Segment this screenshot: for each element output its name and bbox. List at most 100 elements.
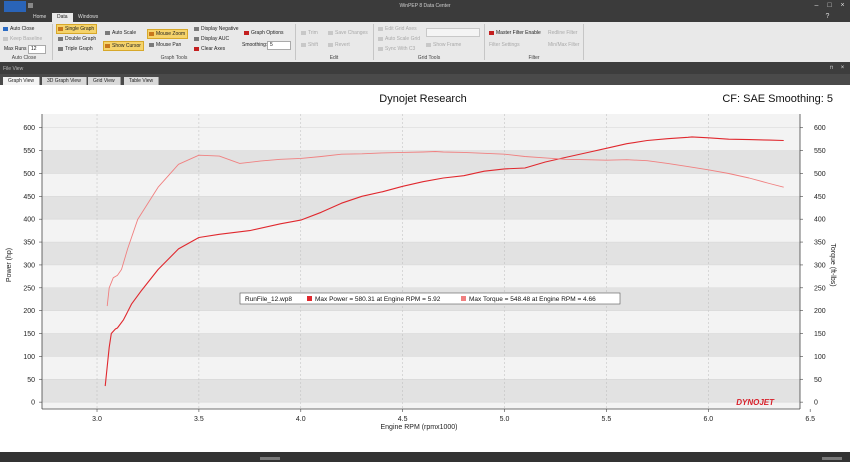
max-runs-spinner[interactable]: 12 — [28, 45, 46, 54]
revert-button[interactable]: Revert — [327, 41, 352, 49]
edit-grid-axes-label: Edit Grid Axes — [385, 26, 417, 32]
trim-icon — [301, 31, 306, 35]
cursor-icon — [105, 44, 110, 48]
group-label-edit: Edit — [329, 55, 339, 61]
triple-graph-button[interactable]: Triple Graph — [57, 45, 95, 53]
show-cursor-button[interactable]: Show Cursor — [103, 41, 144, 51]
save-icon — [328, 31, 333, 35]
edit-grid-axes-button[interactable]: Edit Grid Axes — [377, 25, 419, 33]
single-graph-button[interactable]: Single Graph — [56, 24, 98, 34]
y-tick-label: 100 — [23, 354, 35, 361]
y2-tick-label: 0 — [814, 400, 818, 407]
master-filter-enable-button[interactable]: Master Filter Enable — [488, 29, 543, 37]
smoothing-dropdown[interactable]: 5 — [267, 41, 291, 50]
y-tick-label: 200 — [23, 308, 35, 315]
chart-header-right: CF: SAE Smoothing: 5 — [722, 93, 833, 105]
display-negative-button[interactable]: Display Negative — [193, 25, 241, 33]
show-frame-label: Show Frame — [433, 42, 462, 48]
filter-settings-button[interactable]: Filter Settings — [487, 41, 522, 49]
y-tick-label: 450 — [23, 194, 35, 201]
auto-close-button[interactable]: Auto Close — [2, 25, 36, 33]
show-frame-button[interactable]: Show Frame — [425, 41, 463, 49]
legend-swatch-torque — [461, 296, 466, 301]
x-tick-label: 3.0 — [92, 416, 102, 423]
ribbon: Auto Close Keep Baseline Max Runs 12 Aut… — [0, 22, 850, 63]
minmax-filter-button[interactable]: Min/Max Filter — [546, 41, 581, 49]
status-indicator — [822, 457, 842, 460]
double-graph-icon — [58, 37, 63, 41]
group-label-auto-close: Auto Close — [11, 55, 37, 61]
menu-bar: Home Data Windows ? — [0, 12, 850, 22]
window-title: WinPEP 8 Data Center — [399, 3, 451, 9]
tab-table-view[interactable]: Table View — [124, 77, 160, 85]
pin-icon[interactable]: ⊓ — [827, 65, 836, 72]
x-axis-label: Engine RPM (rpmx1000) — [380, 424, 457, 431]
panel-close-icon[interactable]: × — [838, 65, 847, 72]
x-tick-label: 6.5 — [805, 416, 815, 423]
double-graph-button[interactable]: Double Graph — [57, 35, 98, 43]
single-graph-label: Single Graph — [65, 26, 95, 32]
redline-filter-button[interactable]: Redline Filter — [546, 29, 579, 37]
grid-band — [42, 333, 800, 357]
mouse-zoom-button[interactable]: Mouse Zoom — [147, 29, 189, 39]
graph-view-panel: 3.0 3.5 4.0 4.5 5.0 5.5 6.0 6.5 0 50 100 150 200 250… — [0, 85, 850, 452]
tab-3d-graph-view[interactable]: 3D Graph View — [42, 77, 87, 85]
dyno-chart[interactable]: 3.0 3.5 4.0 4.5 5.0 5.5 6.0 6.5 0 50 100 150 200 250… — [0, 85, 850, 452]
sync-icon — [378, 47, 383, 51]
y-axis-label-left: Power (hp) — [6, 248, 13, 282]
auto-close-icon — [3, 27, 8, 31]
tab-graph-view[interactable]: Graph View — [3, 77, 41, 85]
group-label-grid-tools: Grid Tools — [417, 55, 441, 61]
triple-graph-label: Triple Graph — [65, 46, 93, 52]
y-tick-label: 50 — [27, 377, 35, 384]
master-filter-enable-label: Master Filter Enable — [496, 30, 541, 36]
tab-grid-view[interactable]: Grid View — [88, 77, 121, 85]
view-tabs: Graph View 3D Graph View Grid View Table… — [0, 74, 850, 85]
mouse-zoom-label: Mouse Zoom — [156, 31, 186, 37]
x-tick-label: 5.5 — [602, 416, 612, 423]
menu-tab-home[interactable]: Home — [28, 13, 51, 22]
status-indicator — [260, 457, 280, 460]
sync-with-c3-button[interactable]: Sync With C3 — [377, 45, 417, 53]
y2-tick-label: 150 — [814, 331, 826, 338]
auto-scale-icon — [105, 31, 110, 35]
zoom-icon — [149, 32, 154, 36]
single-graph-icon — [58, 27, 63, 31]
revert-icon — [328, 43, 333, 47]
y-axis-ticks-right: 0 50 100 150 200 250 300 350 400 450 500 550 600 — [800, 125, 826, 407]
shift-label: Shift — [308, 42, 319, 48]
help-icon[interactable]: ? — [823, 13, 832, 20]
group-label-filter: Filter — [528, 55, 540, 61]
chart-bands — [42, 114, 800, 409]
menu-tab-data[interactable]: Data — [52, 13, 73, 22]
y2-tick-label: 600 — [814, 125, 826, 132]
mouse-pan-button[interactable]: Mouse Pan — [148, 41, 183, 49]
close-button[interactable]: × — [838, 2, 847, 9]
clear-axes-label: Clear Axes — [201, 46, 226, 52]
graph-options-button[interactable]: Graph Options — [243, 29, 286, 37]
display-auc-label: Display AUC — [201, 36, 230, 42]
grid-select-dropdown[interactable] — [426, 28, 480, 37]
status-bar — [0, 452, 850, 462]
trim-button[interactable]: Trim — [300, 29, 320, 37]
shift-icon — [301, 43, 306, 47]
menu-tab-windows[interactable]: Windows — [73, 13, 103, 22]
dynojet-watermark: DYNOJET — [736, 398, 775, 407]
minimize-button[interactable]: – — [812, 2, 821, 9]
auto-scale-button[interactable]: Auto Scale — [104, 29, 138, 37]
y-tick-label: 250 — [23, 285, 35, 292]
auto-scale-grid-button[interactable]: Auto Scale Grid — [377, 35, 422, 43]
display-auc-button[interactable]: Display AUC — [193, 35, 231, 43]
shift-button[interactable]: Shift — [300, 41, 320, 49]
display-negative-icon — [194, 27, 199, 31]
display-negative-label: Display Negative — [201, 26, 239, 32]
double-graph-label: Double Graph — [65, 36, 97, 42]
clear-axes-button[interactable]: Clear Axes — [193, 45, 227, 53]
keep-baseline-button[interactable]: Keep Baseline — [2, 35, 44, 43]
y2-tick-label: 50 — [814, 377, 822, 384]
auto-scale-grid-label: Auto Scale Grid — [385, 36, 421, 42]
save-changes-button[interactable]: Save Changes — [327, 29, 370, 37]
group-separator — [295, 24, 296, 60]
maximize-button[interactable]: □ — [825, 2, 834, 9]
y-tick-label: 400 — [23, 217, 35, 224]
